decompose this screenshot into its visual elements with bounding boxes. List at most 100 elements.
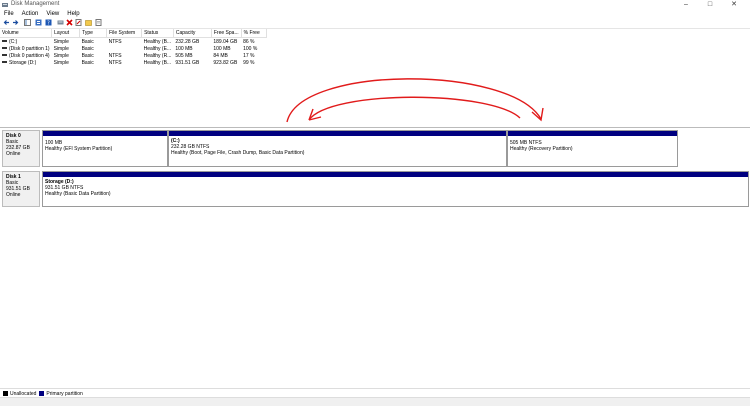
partition-info: Storage (D:) 931.51 GB NTFS Healthy (Bas… [45, 175, 111, 197]
volume-row-storage-d[interactable]: Storage (D:) Simple Basic NTFS Healthy (… [0, 59, 266, 66]
volume-name: Storage (D:) [9, 59, 37, 66]
volume-icon [2, 61, 7, 64]
layout-cell: Simple [53, 59, 69, 66]
column-header-status[interactable]: Status [141, 29, 174, 38]
menu-action[interactable]: Action [18, 10, 43, 18]
disk-1-status: Online [6, 192, 21, 198]
partition-efi[interactable]: 100 MB Healthy (EFI System Partition) [42, 130, 168, 167]
type-cell: Basic [81, 45, 94, 52]
menu-help[interactable]: Help [63, 10, 83, 18]
partition-bar [43, 172, 748, 177]
folder-icon[interactable] [85, 19, 92, 26]
partition-bar [508, 131, 677, 136]
connect-icon[interactable] [57, 19, 64, 26]
forward-icon[interactable] [12, 19, 19, 26]
window-title: Disk Management [11, 1, 60, 7]
status-cell: Healthy (E... [143, 45, 172, 52]
disk-0-partitions: 100 MB Healthy (EFI System Partition) (C… [42, 130, 678, 167]
file-system-cell [107, 45, 142, 52]
window-controls: – □ ✕ [674, 0, 746, 10]
column-header-capacity[interactable]: Capacity [173, 29, 212, 38]
disk-0-status: Online [6, 151, 21, 157]
show-hide-tree-icon[interactable] [24, 19, 31, 26]
disk-0-row: Disk 0 Basic 232.87 GB Online 100 MB Hea… [2, 130, 750, 167]
disk-1-label[interactable]: Disk 1 Basic 931.51 GB Online [2, 171, 40, 207]
volume-table-header: Volume Layout Type File System Status Ca… [0, 29, 267, 38]
disk-1-row: Disk 1 Basic 931.51 GB Online Storage (D… [2, 171, 750, 207]
column-header-percent-free[interactable]: % Free [241, 29, 267, 38]
minimize-button[interactable]: – [674, 0, 698, 10]
free-space-cell: 100 MB [213, 45, 231, 52]
volume-icon [2, 54, 7, 57]
type-cell: Basic [81, 59, 94, 66]
volume-row-disk0-partition4[interactable]: (Disk 0 partition 4) Simple Basic NTFS H… [0, 52, 266, 59]
column-header-type[interactable]: Type [79, 29, 108, 38]
partition-bar [43, 131, 167, 136]
partition-status: Healthy (EFI System Partition) [45, 146, 113, 152]
legend-primary-label: Primary partition [46, 390, 83, 397]
disk-management-window: Disk Management – □ ✕ File Action View H… [0, 0, 750, 406]
capacity-cell: 232.28 GB [175, 38, 200, 45]
properties-icon[interactable] [35, 19, 42, 26]
type-cell: Basic [81, 52, 94, 59]
svg-text:?: ? [47, 21, 50, 26]
menu-file[interactable]: File [0, 10, 18, 18]
volume-name: (Disk 0 partition 4) [9, 52, 50, 59]
file-system-cell: NTFS [108, 52, 122, 59]
capacity-cell: 505 MB [175, 52, 193, 59]
help-icon[interactable]: ? [45, 19, 52, 26]
status-cell: Healthy (B... [143, 59, 172, 66]
layout-cell: Simple [53, 38, 69, 45]
percent-free-cell: 17 % [243, 52, 255, 59]
layout-cell: Simple [53, 52, 69, 59]
refresh-icon[interactable] [75, 19, 82, 26]
layout-cell: Simple [53, 45, 69, 52]
partition-info: (C:) 232.28 GB NTFS Healthy (Boot, Page … [171, 134, 304, 156]
disk-0-label[interactable]: Disk 0 Basic 232.87 GB Online [2, 130, 40, 167]
column-header-layout[interactable]: Layout [51, 29, 81, 38]
maximize-button[interactable]: □ [698, 0, 722, 10]
partition-status: Healthy (Basic Data Partition) [45, 191, 111, 197]
volume-row-disk0-partition1[interactable]: (Disk 0 partition 1) Simple Basic Health… [0, 45, 266, 52]
partition-recovery[interactable]: 505 MB NTFS Healthy (Recovery Partition) [507, 130, 678, 167]
volume-row-c[interactable]: (C:) Simple Basic NTFS Healthy (B... 232… [0, 38, 266, 46]
toolbar: ? [0, 18, 750, 29]
free-space-cell: 923.82 GB [213, 59, 238, 66]
title-bar: Disk Management – □ ✕ [0, 0, 750, 10]
legend-primary-swatch [39, 391, 45, 396]
legend-unallocated-label: Unallocated [10, 390, 37, 397]
free-space-cell: 189.04 GB [213, 38, 238, 45]
free-space-cell: 84 MB [213, 52, 228, 59]
status-bar [0, 397, 750, 406]
volume-name: (C:) [9, 38, 18, 45]
volume-name: (Disk 0 partition 1) [9, 45, 50, 52]
close-button[interactable]: ✕ [722, 0, 746, 10]
file-system-cell: NTFS [108, 59, 122, 66]
disk-management-app-icon [2, 3, 8, 7]
legend-unallocated-swatch [3, 391, 8, 396]
column-header-file-system[interactable]: File System [106, 29, 143, 38]
partition-storage-d[interactable]: Storage (D:) 931.51 GB NTFS Healthy (Bas… [42, 171, 749, 207]
status-cell: Healthy (R... [143, 52, 172, 59]
status-cell: Healthy (B... [143, 38, 172, 45]
volume-cell: (Disk 0 partition 1) [0, 45, 52, 52]
menu-view[interactable]: View [42, 10, 63, 18]
volume-cell: Storage (D:) [0, 59, 52, 66]
volume-table: Volume Layout Type File System Status Ca… [0, 29, 267, 66]
delete-icon[interactable] [66, 19, 73, 26]
page-icon[interactable] [95, 19, 102, 26]
column-header-volume[interactable]: Volume [0, 29, 53, 38]
type-cell: Basic [81, 38, 94, 45]
column-header-free-space[interactable]: Free Spa... [211, 29, 242, 38]
partition-c[interactable]: (C:) 232.28 GB NTFS Healthy (Boot, Page … [168, 130, 507, 167]
file-system-cell: NTFS [108, 38, 122, 45]
volume-cell: (Disk 0 partition 4) [0, 52, 52, 59]
back-icon[interactable] [3, 19, 10, 26]
volume-icon [2, 47, 7, 50]
capacity-cell: 931.51 GB [175, 59, 200, 66]
volume-list: Volume Layout Type File System Status Ca… [0, 29, 750, 128]
capacity-cell: 100 MB [175, 45, 193, 52]
percent-free-cell: 100 % [243, 45, 258, 52]
partition-status: Healthy (Boot, Page File, Crash Dump, Ba… [171, 150, 305, 156]
percent-free-cell: 99 % [243, 59, 255, 66]
